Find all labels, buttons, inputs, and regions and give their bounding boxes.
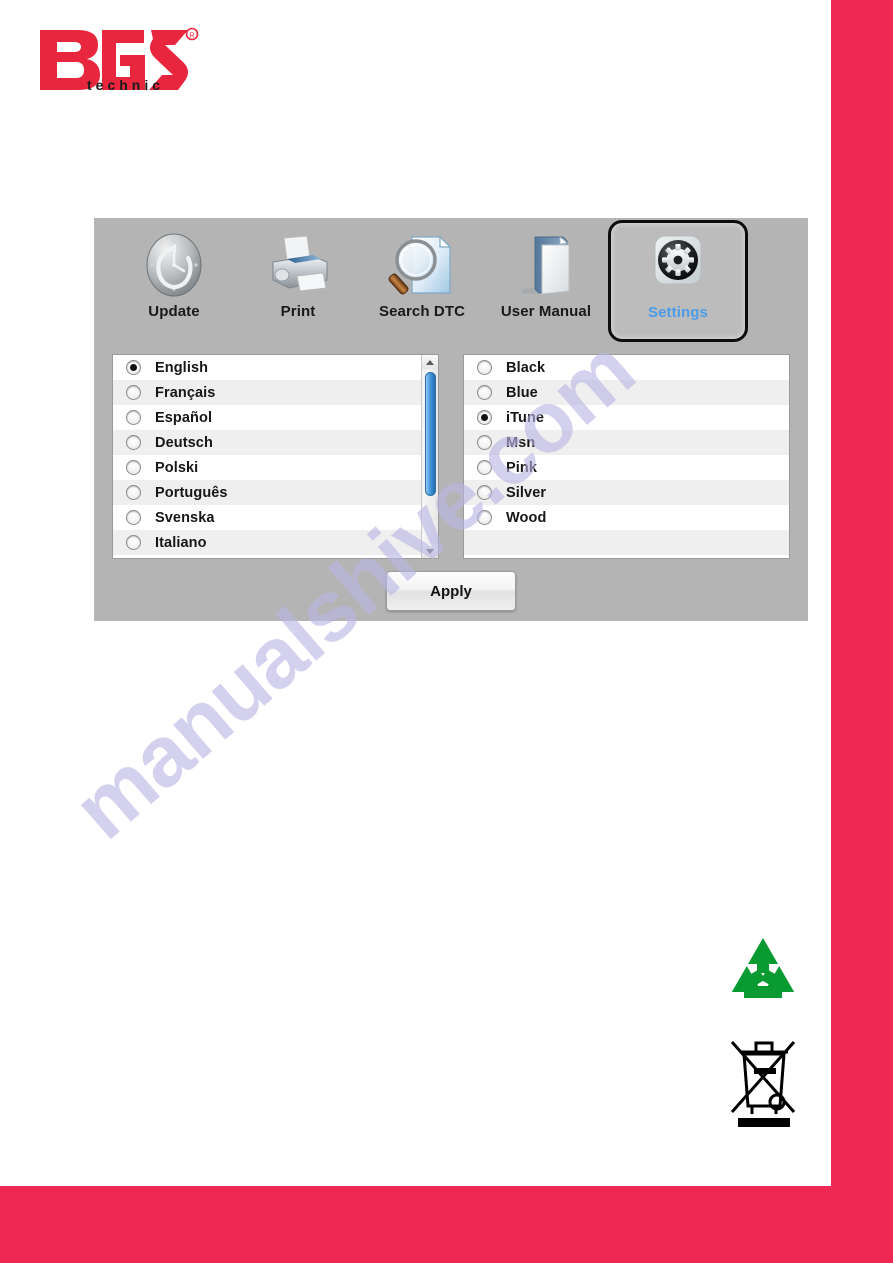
list-item-label: Polski (155, 459, 199, 476)
list-item-label: Svenska (155, 509, 215, 526)
list-item[interactable]: iTune (464, 405, 789, 430)
toolbar-label-settings: Settings (648, 304, 708, 321)
toolbar-button-update[interactable]: Update (112, 222, 236, 340)
weee-crossed-bin-icon (722, 1022, 804, 1128)
language-rows: English Français Español Deutsch Polski (113, 355, 421, 558)
printer-icon (263, 228, 333, 302)
radio-button[interactable] (126, 460, 141, 475)
caret-up-icon[interactable] (422, 355, 438, 369)
diagnostic-app-window: Update Print Search DTC User Manual Sett… (94, 218, 808, 621)
gear-icon (643, 229, 713, 303)
list-item[interactable]: Wood (464, 505, 789, 530)
radio-button[interactable] (126, 535, 141, 550)
toolbar-label-user-manual: User Manual (500, 303, 592, 320)
list-item[interactable]: Pink (464, 455, 789, 480)
toolbar-button-search-dtc[interactable]: Search DTC (360, 222, 484, 340)
list-item[interactable]: Svenska (113, 505, 421, 530)
radio-button[interactable] (126, 410, 141, 425)
radio-button[interactable] (126, 510, 141, 525)
language-listbox[interactable]: English Français Español Deutsch Polski (112, 354, 439, 559)
list-item-label: Deutsch (155, 434, 213, 451)
list-item-label: Español (155, 409, 213, 426)
list-item[interactable]: Português (113, 480, 421, 505)
radio-button[interactable] (477, 485, 492, 500)
radio-button[interactable] (477, 385, 492, 400)
theme-listbox[interactable]: Black Blue iTune Msn Pink Silver Wood (463, 354, 790, 559)
list-item[interactable]: Italiano (113, 530, 421, 555)
toolbar-label-update: Update (148, 303, 200, 320)
toolbar-button-settings[interactable]: Settings (608, 220, 748, 342)
radio-button[interactable] (477, 410, 492, 425)
language-list-scrollbar[interactable] (421, 355, 438, 558)
radio-button[interactable] (477, 510, 492, 525)
radio-button[interactable] (126, 435, 141, 450)
list-filler-row (464, 530, 789, 555)
main-toolbar: Update Print Search DTC User Manual Sett… (94, 218, 808, 344)
apply-button-container: Apply (94, 571, 808, 611)
manual-book-icon (511, 228, 581, 302)
clock-history-icon (141, 228, 207, 302)
list-item[interactable]: English (113, 355, 421, 380)
settings-lists: English Français Español Deutsch Polski (112, 354, 790, 559)
list-item-label: Msn (506, 434, 536, 451)
radio-button[interactable] (477, 460, 492, 475)
toolbar-button-print[interactable]: Print (236, 222, 360, 340)
list-item-label: English (155, 359, 209, 376)
list-item-label: Pink (506, 459, 538, 476)
magnifier-document-icon (386, 228, 458, 302)
apply-button[interactable]: Apply (386, 571, 516, 611)
page-bottom-red-band (0, 1186, 893, 1263)
page-right-red-band (831, 0, 893, 1263)
caret-down-icon[interactable] (422, 544, 438, 558)
list-item-label: Blue (506, 384, 538, 401)
radio-button[interactable] (126, 485, 141, 500)
list-item[interactable]: Silver (464, 480, 789, 505)
list-item-label: Français (155, 384, 216, 401)
list-item[interactable]: Deutsch (113, 430, 421, 455)
list-item-label: Italiano (155, 534, 207, 551)
svg-text:R: R (189, 33, 194, 40)
toolbar-button-user-manual[interactable]: User Manual (484, 222, 608, 340)
radio-button[interactable] (126, 385, 141, 400)
theme-rows: Black Blue iTune Msn Pink Silver Wood (464, 355, 789, 558)
svg-text:technic: technic (87, 77, 164, 93)
list-item[interactable]: Black (464, 355, 789, 380)
recycle-symbol-icon (722, 934, 804, 1012)
toolbar-label-search-dtc: Search DTC (378, 303, 466, 320)
bgs-technic-logo: R technic (32, 22, 207, 94)
list-item-label: Silver (506, 484, 547, 501)
list-item-label: iTune (506, 409, 545, 426)
toolbar-label-print: Print (280, 303, 316, 320)
radio-button[interactable] (477, 435, 492, 450)
list-item[interactable]: Polski (113, 455, 421, 480)
scrollbar-thumb[interactable] (425, 372, 436, 496)
radio-button[interactable] (126, 360, 141, 375)
list-item[interactable]: Msn (464, 430, 789, 455)
radio-button[interactable] (477, 360, 492, 375)
list-item-label: Black (506, 359, 546, 376)
list-item-label: Português (155, 484, 228, 501)
list-item[interactable]: Blue (464, 380, 789, 405)
list-item[interactable]: Français (113, 380, 421, 405)
list-item[interactable]: Español (113, 405, 421, 430)
list-item-label: Wood (506, 509, 547, 526)
